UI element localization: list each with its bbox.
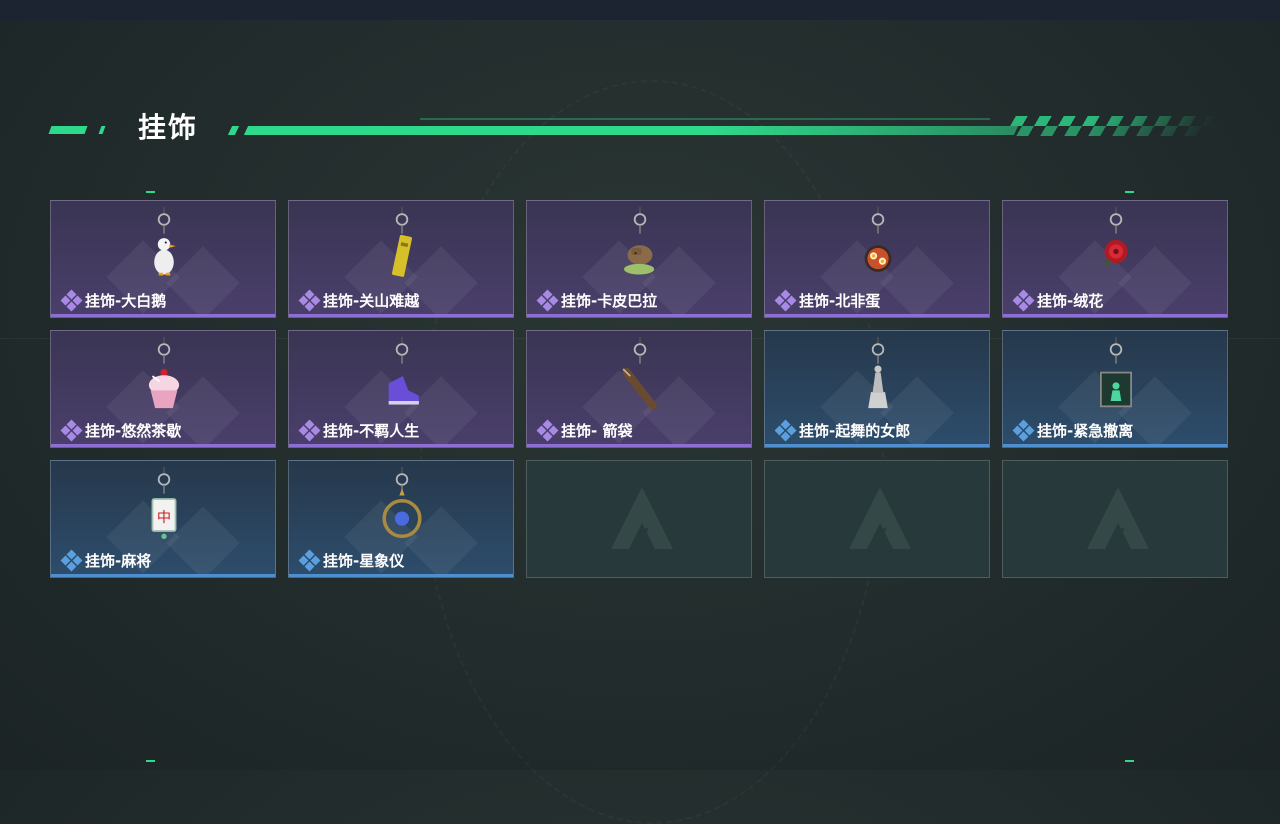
empty-slot-logo-icon [849, 487, 911, 549]
corner-mark [146, 760, 155, 762]
rarity-bar [289, 314, 513, 317]
charm-label: 挂饰-麻将 [85, 552, 152, 570]
quiver-charm-icon [622, 337, 658, 410]
header-accent [48, 126, 88, 134]
empty-slot [526, 460, 752, 578]
rarity-gem-icon [774, 419, 797, 442]
astrolabe-charm-icon [382, 467, 422, 539]
section-title: 挂饰 [138, 111, 199, 144]
rarity-gem-icon [1012, 419, 1035, 442]
charm-label: 挂饰-星象仪 [323, 552, 405, 570]
charm-label: 挂饰-大白鹅 [85, 292, 167, 310]
corner-mark [1125, 191, 1134, 193]
mahjong-tile-charm-icon: 中 [151, 467, 177, 539]
charm-card[interactable]: 挂饰-不羁人生 [288, 330, 514, 448]
section-header: 挂饰 [48, 110, 1216, 146]
header-checker-pattern [1004, 116, 1216, 136]
rarity-bar [51, 314, 275, 317]
empty-slot-logo-icon [1087, 487, 1149, 549]
rarity-bar [527, 444, 751, 447]
rarity-bar [527, 314, 751, 317]
rarity-gem-icon [1012, 289, 1035, 312]
charm-card[interactable]: 挂饰-北非蛋 [764, 200, 990, 318]
charm-card[interactable]: 挂饰-悠然茶歇 [50, 330, 276, 448]
charm-label: 挂饰-悠然茶歇 [85, 422, 182, 440]
shakshuka-pan-charm-icon [864, 207, 892, 272]
exit-sign-charm-icon [1100, 337, 1132, 408]
charm-label: 挂饰- 箭袋 [561, 422, 633, 440]
charm-label: 挂饰-卡皮巴拉 [561, 292, 658, 310]
rarity-gem-icon [298, 549, 321, 572]
charm-card[interactable]: 中挂饰-麻将 [50, 460, 276, 578]
charm-card[interactable]: 挂饰-起舞的女郎 [764, 330, 990, 448]
capybara-charm-icon [624, 207, 655, 275]
corner-mark [1125, 760, 1134, 762]
rarity-bar [289, 574, 513, 577]
background-arc [420, 80, 884, 824]
rarity-gem-icon [60, 419, 83, 442]
red-flower-charm-icon [1104, 207, 1128, 268]
gold-bar-charm-icon [391, 207, 413, 277]
top-bar [0, 0, 1280, 20]
empty-slot [764, 460, 990, 578]
rarity-gem-icon [60, 549, 83, 572]
rarity-gem-icon [536, 289, 559, 312]
corner-mark [146, 191, 155, 193]
rarity-gem-icon [298, 289, 321, 312]
header-line [243, 126, 1019, 135]
charm-card[interactable]: 挂饰-紧急撤离 [1002, 330, 1228, 448]
header-accent [98, 126, 106, 134]
charm-card[interactable]: 挂饰-绒花 [1002, 200, 1228, 318]
charm-card[interactable]: 挂饰-大白鹅 [50, 200, 276, 318]
dancer-statue-charm-icon [868, 337, 888, 409]
charm-label: 挂饰-绒花 [1037, 292, 1104, 310]
charm-label: 挂饰-北非蛋 [799, 292, 881, 310]
cupcake-charm-icon [148, 337, 180, 409]
charm-card[interactable]: 挂饰-卡皮巴拉 [526, 200, 752, 318]
rarity-gem-icon [774, 289, 797, 312]
charm-label: 挂饰-不羁人生 [323, 422, 420, 440]
charm-label: 挂饰-紧急撤离 [1037, 422, 1134, 440]
empty-slot [1002, 460, 1228, 578]
header-thin-line [420, 118, 990, 120]
rarity-bar [51, 574, 275, 577]
charm-label: 挂饰-关山难越 [323, 292, 420, 310]
rarity-gem-icon [536, 419, 559, 442]
empty-slot-logo-icon [611, 487, 673, 549]
charm-card[interactable]: 挂饰- 箭袋 [526, 330, 752, 448]
rarity-bar [765, 314, 989, 317]
charm-label: 挂饰-起舞的女郎 [799, 422, 911, 440]
rarity-gem-icon [60, 289, 83, 312]
charm-card[interactable]: 挂饰-星象仪 [288, 460, 514, 578]
charm-card[interactable]: 挂饰-关山难越 [288, 200, 514, 318]
rarity-bar [1003, 314, 1227, 317]
svg-text:中: 中 [157, 509, 171, 526]
rarity-bar [765, 444, 989, 447]
rarity-bar [1003, 444, 1227, 447]
header-accent [227, 126, 240, 135]
goose-charm-icon [154, 207, 176, 276]
sneaker-charm-icon [388, 337, 419, 405]
rarity-bar [289, 444, 513, 447]
rarity-gem-icon [298, 419, 321, 442]
rarity-bar [51, 444, 275, 447]
